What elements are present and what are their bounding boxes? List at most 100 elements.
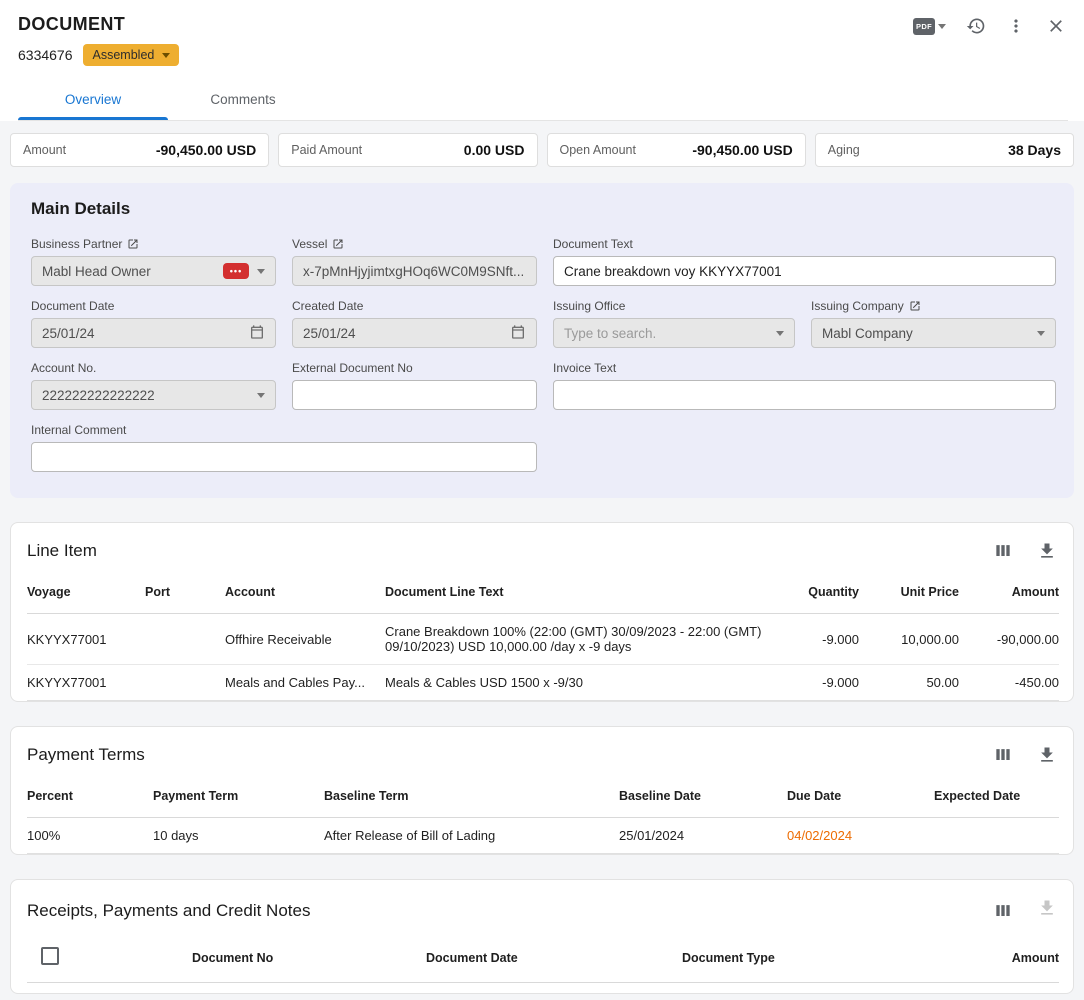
payment-terms-header-row: Percent Payment Term Baseline Term Basel… xyxy=(27,771,1059,818)
document-text-label: Document Text xyxy=(553,237,633,251)
tab-bar: Overview Comments xyxy=(18,80,1068,121)
col-document-type: Document Type xyxy=(674,929,924,983)
download-icon[interactable] xyxy=(1037,745,1057,765)
aging-label: Aging xyxy=(828,143,860,157)
chevron-down-icon xyxy=(938,24,946,29)
calendar-icon[interactable] xyxy=(249,324,265,343)
download-icon[interactable] xyxy=(1037,541,1057,561)
invoice-text-label: Invoice Text xyxy=(553,361,616,375)
line-item-title: Line Item xyxy=(27,541,97,561)
overflow-pill-icon[interactable]: ••• xyxy=(223,263,249,279)
cell-document-line-text: Crane Breakdown 100% (22:00 (GMT) 30/09/… xyxy=(377,614,797,665)
receipts-table: Document No Document Date Document Type … xyxy=(27,929,1059,983)
document-text-field-group: Document Text xyxy=(553,237,1056,286)
created-date-field: 25/01/24 xyxy=(292,318,537,348)
cell-payment-term: 10 days xyxy=(145,818,316,854)
open-amount-label: Open Amount xyxy=(560,143,636,157)
col-percent: Percent xyxy=(27,771,145,818)
internal-comment-field-group: Internal Comment xyxy=(31,423,537,472)
history-button[interactable] xyxy=(966,16,986,36)
select-all-checkbox[interactable] xyxy=(41,947,59,965)
business-partner-select[interactable]: Mabl Head Owner ••• xyxy=(31,256,276,286)
amount-value: -90,450.00 USD xyxy=(156,142,256,158)
vessel-value: x-7pMnHjyjimtxgHOq6WC0M9SNft... xyxy=(303,264,526,279)
vessel-field-group: Vessel x-7pMnHjyjimtxgHOq6WC0M9SNft... xyxy=(292,237,537,286)
payment-terms-table: Percent Payment Term Baseline Term Basel… xyxy=(27,771,1059,854)
document-date-field-group: Document Date 25/01/24 xyxy=(31,299,276,348)
document-date-value: 25/01/24 xyxy=(42,326,241,341)
col-voyage: Voyage xyxy=(27,567,137,614)
history-icon xyxy=(966,16,986,36)
pdf-icon: PDF xyxy=(913,18,935,35)
external-document-no-input[interactable] xyxy=(292,380,537,410)
status-badge-dropdown[interactable]: Assembled xyxy=(83,44,180,66)
vessel-field: x-7pMnHjyjimtxgHOq6WC0M9SNft... xyxy=(292,256,537,286)
open-amount-value: -90,450.00 USD xyxy=(692,142,792,158)
aging-value: 38 Days xyxy=(1008,142,1061,158)
aging-card: Aging 38 Days xyxy=(815,133,1074,167)
cell-baseline-term: After Release of Bill of Lading xyxy=(316,818,611,854)
account-no-field-group: Account No. 222222222222222 xyxy=(31,361,276,410)
col-expected-date: Expected Date xyxy=(926,771,1059,818)
receipts-header-row: Document No Document Date Document Type … xyxy=(27,929,1059,983)
cell-baseline-date: 25/01/2024 xyxy=(611,818,779,854)
cell-account: Offhire Receivable xyxy=(217,614,377,665)
document-date-field: 25/01/24 xyxy=(31,318,276,348)
more-vert-icon xyxy=(1006,16,1026,36)
created-date-field-group: Created Date 25/01/24 xyxy=(292,299,537,348)
cell-voyage: KKYYX77001 xyxy=(27,614,137,665)
cell-due-date: 04/02/2024 xyxy=(779,818,926,854)
open-in-new-icon[interactable] xyxy=(332,238,344,250)
col-unit-price: Unit Price xyxy=(867,567,967,614)
col-amount: Amount xyxy=(924,929,1059,983)
business-partner-field-group: Business Partner Mabl Head Owner ••• xyxy=(31,237,276,286)
line-item-table: Voyage Port Account Document Line Text Q… xyxy=(27,567,1059,701)
cell-voyage: KKYYX77001 xyxy=(27,665,137,701)
line-item-row[interactable]: KKYYX77001 Meals and Cables Pay... Meals… xyxy=(27,665,1059,701)
receipts-title: Receipts, Payments and Credit Notes xyxy=(27,901,310,921)
open-in-new-icon[interactable] xyxy=(909,300,921,312)
chevron-down-icon xyxy=(162,53,170,58)
page-title: DOCUMENT xyxy=(18,14,1068,35)
issuing-office-placeholder: Type to search. xyxy=(564,326,768,341)
cell-port xyxy=(137,665,217,701)
export-pdf-button[interactable]: PDF xyxy=(913,18,946,35)
internal-comment-label: Internal Comment xyxy=(31,423,126,437)
cell-port xyxy=(137,614,217,665)
column-settings-icon[interactable] xyxy=(993,901,1013,921)
invoice-text-input[interactable] xyxy=(553,380,1056,410)
col-baseline-date: Baseline Date xyxy=(611,771,779,818)
open-in-new-icon[interactable] xyxy=(127,238,139,250)
account-no-select[interactable]: 222222222222222 xyxy=(31,380,276,410)
issuing-company-select[interactable]: Mabl Company xyxy=(811,318,1056,348)
chevron-down-icon xyxy=(257,393,265,398)
close-button[interactable] xyxy=(1046,16,1066,36)
column-settings-icon[interactable] xyxy=(993,745,1013,765)
issuing-office-select[interactable]: Type to search. xyxy=(553,318,795,348)
issuing-company-label: Issuing Company xyxy=(811,299,904,313)
line-item-row[interactable]: KKYYX77001 Offhire Receivable Crane Brea… xyxy=(27,614,1059,665)
tab-overview[interactable]: Overview xyxy=(18,80,168,120)
document-text-input[interactable] xyxy=(553,256,1056,286)
col-document-date: Document Date xyxy=(418,929,674,983)
tab-comments[interactable]: Comments xyxy=(168,80,318,120)
col-document-no: Document No xyxy=(184,929,418,983)
business-partner-label: Business Partner xyxy=(31,237,122,251)
cell-account: Meals and Cables Pay... xyxy=(217,665,377,701)
payment-terms-row[interactable]: 100% 10 days After Release of Bill of La… xyxy=(27,818,1059,854)
open-amount-card: Open Amount -90,450.00 USD xyxy=(547,133,806,167)
document-header: DOCUMENT 6334676 Assembled PDF Overview … xyxy=(0,0,1084,121)
internal-comment-input[interactable] xyxy=(31,442,537,472)
document-number: 6334676 xyxy=(18,47,73,63)
chevron-down-icon xyxy=(1037,331,1045,336)
column-settings-icon[interactable] xyxy=(993,541,1013,561)
external-document-no-label: External Document No xyxy=(292,361,413,375)
calendar-icon[interactable] xyxy=(510,324,526,343)
payment-terms-title: Payment Terms xyxy=(27,745,145,765)
col-port: Port xyxy=(137,567,217,614)
issuing-company-value: Mabl Company xyxy=(822,326,1029,341)
cell-unit-price: 50.00 xyxy=(867,665,967,701)
cell-percent: 100% xyxy=(27,818,145,854)
more-menu-button[interactable] xyxy=(1006,16,1026,36)
external-document-no-field-group: External Document No xyxy=(292,361,537,410)
